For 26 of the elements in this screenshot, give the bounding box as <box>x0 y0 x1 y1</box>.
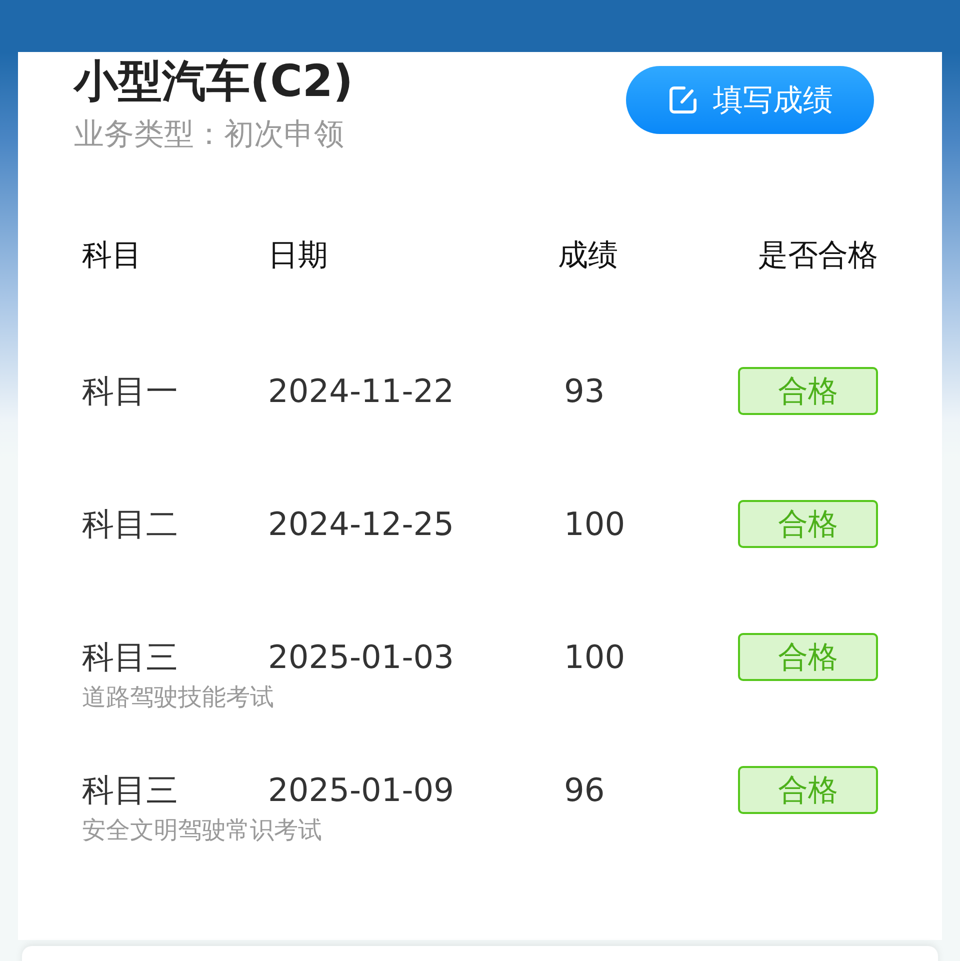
subject-cell-text: 科目二 <box>82 504 179 545</box>
edit-icon <box>667 84 699 116</box>
subject-note: 安全文明驾驶常识考试 <box>82 815 322 846</box>
date-cell-text: 2025-01-09 <box>268 770 455 811</box>
score-cell-text: 93 <box>563 371 606 412</box>
column-header: 是否合格 <box>758 236 878 274</box>
subject-note: 道路驾驶技能考试 <box>82 682 274 713</box>
date-cell-text: 2025-01-03 <box>268 637 455 678</box>
result-badge: 合格 <box>738 766 878 814</box>
column-header: 成绩 <box>558 236 619 274</box>
subject-cell-text: 科目三 <box>82 637 179 678</box>
subject-cell-text: 科目三 <box>82 770 179 811</box>
license-title: 小型汽车(C2) <box>74 56 354 108</box>
result-badge: 合格 <box>738 367 878 415</box>
column-header: 日期 <box>268 236 329 274</box>
date-cell-text: 2024-12-25 <box>268 504 455 545</box>
result-badge: 合格 <box>738 500 878 548</box>
score-cell-text: 100 <box>563 637 626 678</box>
date-cell-text: 2024-11-22 <box>268 371 455 412</box>
subject-cell-text: 科目一 <box>82 371 179 412</box>
score-cell-text: 96 <box>563 770 606 811</box>
score-cell-text: 100 <box>563 504 626 545</box>
fill-scores-button[interactable]: 填写成绩 <box>626 66 874 134</box>
business-type: 业务类型：初次申领 <box>74 116 345 154</box>
result-badge: 合格 <box>738 633 878 681</box>
column-header: 科目 <box>82 236 143 274</box>
